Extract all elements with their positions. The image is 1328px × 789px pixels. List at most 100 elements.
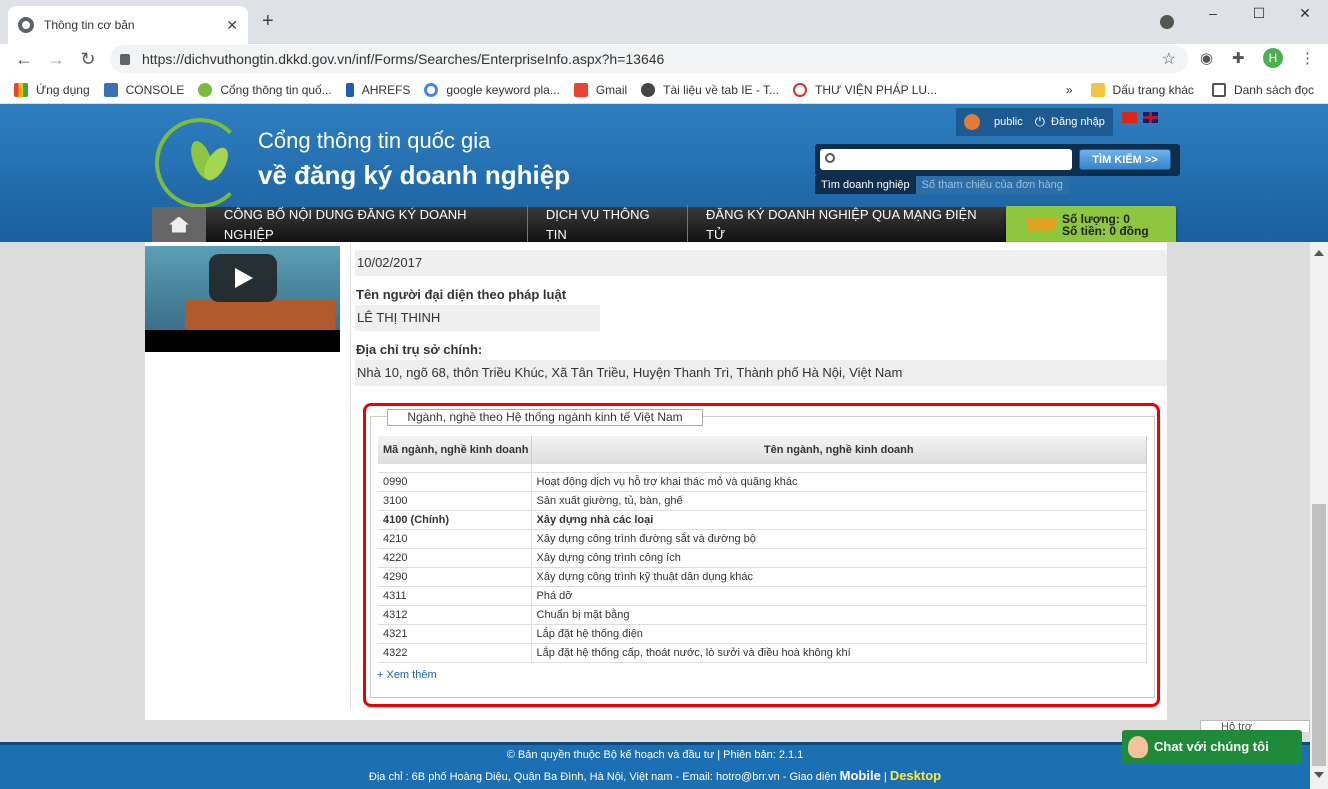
lock-icon[interactable] — [120, 53, 130, 65]
table-row: 4210 Xây dựng công trình đường sắt và đườ… — [378, 529, 1147, 549]
scroll-down-icon[interactable] — [1314, 772, 1324, 778]
url-text[interactable]: https://dichvuthongtin.dkkd.gov.vn/inf/F… — [142, 51, 1162, 67]
table-row: 4322 Lắp đặt hệ thống cấp, thoát nước, lò… — [378, 643, 1147, 663]
chat-label: Chat với chúng tôi — [1154, 739, 1269, 754]
bookmark-ie-docs[interactable]: Tài liệu về tab IE - T... — [641, 82, 779, 97]
scroll-thumb[interactable] — [1312, 504, 1326, 766]
address-label: Địa chỉ trụ sở chính: — [356, 342, 483, 357]
address-bar[interactable]: https://dichvuthongtin.dkkd.gov.vn/inf/F… — [110, 45, 1188, 73]
mobile-link[interactable]: Mobile — [840, 768, 881, 783]
industry-code: 3100 — [378, 491, 532, 511]
bookmark-portal[interactable]: Cổng thông tin quố... — [198, 82, 332, 97]
tab-find-enterprise[interactable]: Tìm doanh nghiệp — [815, 176, 916, 194]
industry-name: Xây dựng công trình kỹ thuật dân dụng kh… — [531, 567, 1147, 587]
page-scrollbar[interactable] — [1310, 242, 1328, 789]
industry-code: 4312 — [378, 605, 532, 625]
law-library-icon — [793, 82, 807, 97]
table-row: 4312 Chuẩn bị mặt bằng — [378, 605, 1147, 625]
close-window-icon[interactable]: ✕ — [1282, 0, 1328, 30]
login-bar: public ⏻ Đăng nhập — [956, 108, 1113, 136]
back-icon[interactable]: ← — [8, 49, 40, 70]
table-row-main: 4100 (Chính) Xây dựng nhà các loại — [378, 510, 1147, 530]
nav-publish-content[interactable]: CÔNG BỐ NỘI DUNG ĐĂNG KÝ DOANH NGHIỆP — [206, 204, 528, 245]
username[interactable]: public — [994, 116, 1023, 128]
minimize-icon[interactable]: – — [1190, 0, 1236, 30]
bookmarks-overflow-icon[interactable]: » — [1066, 83, 1073, 97]
industry-code: 4311 — [378, 586, 532, 606]
industry-code: 0990 — [378, 472, 532, 492]
browser-tab[interactable]: Thông tin cơ bản ✕ — [8, 6, 248, 44]
bookmark-star-icon[interactable]: ☆ — [1162, 49, 1176, 69]
maximize-icon[interactable]: ☐ — [1236, 0, 1282, 30]
registration-date-value: 10/02/2017 — [355, 250, 1167, 276]
search-button[interactable]: TÌM KIẾM >> — [1079, 149, 1171, 170]
tab-title: Thông tin cơ bản — [44, 18, 135, 32]
reload-icon[interactable]: ↻ — [72, 49, 104, 70]
site-header: Cổng thông tin quốc gia về đăng ký doanh… — [0, 104, 1328, 250]
industry-code: 4220 — [378, 548, 532, 568]
uk-flag-icon[interactable] — [1143, 112, 1158, 123]
search-box: TÌM KIẾM >> — [815, 144, 1180, 176]
reading-list[interactable]: Danh sách đọc — [1211, 83, 1314, 97]
see-more-link[interactable]: + Xem thêm — [377, 669, 437, 681]
bookmark-console[interactable]: CONSOLE — [103, 82, 184, 97]
login-link[interactable]: Đăng nhập — [1051, 116, 1105, 128]
new-tab-icon[interactable]: + — [262, 10, 274, 33]
tab-order-reference[interactable]: Số tham chiếu của đơn hàng — [915, 176, 1069, 194]
table-row: 4321 Lắp đặt hệ thống điện — [378, 624, 1147, 644]
industry-table: Mã ngành, nghề kinh doanh Tên ngành, ngh… — [378, 436, 1147, 663]
bookmark-law-library[interactable]: THƯ VIỆN PHÁP LU... — [793, 82, 937, 97]
nav-online-registration[interactable]: ĐĂNG KÝ DOANH NGHIỆP QUA MẠNG ĐIỆN TỬ — [688, 204, 1007, 245]
puzzle-icon[interactable]: ✚ — [1232, 49, 1245, 67]
browser-tab-bar: Thông tin cơ bản ✕ + – ☐ ✕ — [0, 0, 1328, 44]
site-logo[interactable] — [155, 118, 245, 208]
industry-code: 4290 — [378, 567, 532, 587]
industry-code: 4100 (Chính) — [378, 510, 532, 530]
bookmark-apps[interactable]: Ứng dụng — [14, 82, 90, 97]
globe-icon — [18, 17, 34, 33]
chat-button[interactable]: Chat với chúng tôi — [1122, 730, 1302, 764]
industry-name: Lắp đặt hệ thống cấp, thoát nước, lò sưở… — [531, 643, 1147, 663]
industry-name: Xây dựng nhà các loại — [531, 510, 1147, 530]
power-icon: ⏻ — [1034, 114, 1046, 129]
leaf-icon — [198, 82, 213, 97]
nav-info-services[interactable]: DỊCH VỤ THÔNG TIN — [528, 204, 689, 245]
tab-search-icon[interactable] — [1160, 15, 1174, 29]
cart-total: Số tiền: 0 đồng — [1062, 224, 1149, 238]
table-row: 0990 Hoạt động dịch vụ hỗ trợ khai thác m… — [378, 472, 1147, 492]
menu-dots-icon[interactable]: ⋮ — [1300, 49, 1315, 67]
site-footer: © Bản quyền thuộc Bộ kế hoạch và đầu tư … — [0, 742, 1310, 789]
bookmark-gmail[interactable]: Gmail — [573, 82, 627, 97]
industry-code: 4321 — [378, 624, 532, 644]
home-icon — [168, 216, 189, 233]
address-text: Địa chỉ : 6B phố Hoàng Diệu, Quận Ba Đìn… — [368, 771, 837, 783]
industry-name: Phá dỡ — [531, 586, 1147, 606]
reading-list-icon — [1211, 83, 1226, 97]
video-thumbnail[interactable] — [145, 246, 340, 352]
table-row: 3100 Sản xuất giường, tủ, bàn, ghế — [378, 491, 1147, 511]
industry-code: 4210 — [378, 529, 532, 549]
industry-legend: Ngành, nghề theo Hệ thống ngành kinh tế … — [387, 409, 703, 426]
google-icon — [424, 82, 439, 97]
search-icon — [825, 153, 835, 163]
window-controls: – ☐ ✕ — [1190, 0, 1328, 30]
search-input[interactable] — [820, 149, 1072, 170]
forward-icon[interactable]: → — [40, 49, 72, 70]
bookmark-ahrefs[interactable]: AHREFS — [345, 82, 410, 97]
close-tab-icon[interactable]: ✕ — [226, 17, 238, 34]
legal-rep-value: LÊ THỊ THINH — [355, 305, 600, 331]
home-button[interactable] — [152, 207, 206, 242]
bookmark-google-keyword[interactable]: google keyword pla... — [424, 82, 560, 97]
scroll-up-icon[interactable] — [1314, 250, 1324, 256]
console-icon — [103, 82, 118, 97]
site-title: Cổng thông tin quốc gia — [258, 128, 491, 153]
address-value: Nhà 10, ngõ 68, thôn Triều Khúc, Xã Tân … — [355, 360, 1167, 386]
profile-avatar[interactable]: H — [1263, 48, 1283, 68]
play-icon[interactable] — [209, 254, 277, 302]
other-bookmarks[interactable]: Dấu trang khác — [1090, 83, 1194, 97]
extension-icon[interactable]: ◉ — [1200, 49, 1213, 67]
table-spacer — [378, 464, 1147, 473]
main-nav: CÔNG BỐ NỘI DUNG ĐĂNG KÝ DOANH NGHIỆP DỊ… — [152, 204, 1007, 245]
desktop-link[interactable]: Desktop — [890, 768, 941, 783]
vietnam-flag-icon[interactable] — [1122, 112, 1137, 123]
